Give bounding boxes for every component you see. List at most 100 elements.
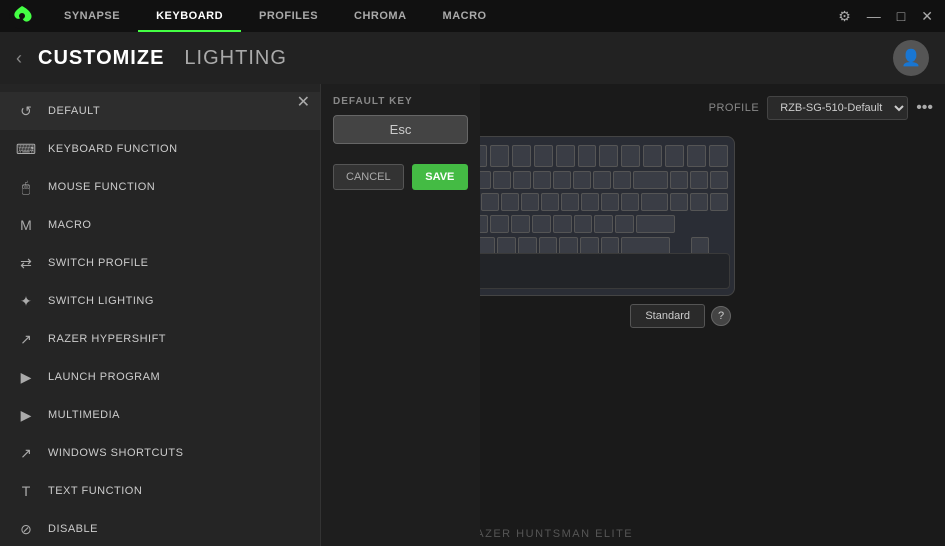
header-bar: ‹ CUSTOMIZE LIGHTING 👤 (0, 32, 945, 84)
main-area: All Buttons MULTIMEDIA Previous Track MU… (0, 84, 945, 546)
disable-icon: ⊘ (16, 519, 36, 539)
close-icon[interactable]: ✕ (917, 8, 937, 25)
menu-item-macro[interactable]: M MACRO (0, 206, 320, 244)
key-8 (533, 171, 551, 189)
default-key-title: DEFAULT KEY (333, 96, 468, 107)
key-backspace (633, 171, 667, 189)
key-f10 (599, 145, 618, 167)
key-end (687, 145, 706, 167)
key-f5 (490, 145, 509, 167)
windows-shortcuts-icon: ↗ (16, 443, 36, 463)
app-logo (8, 2, 36, 30)
menu-item-hypershift[interactable]: ↗ RAZER HYPERSHIFT (0, 320, 320, 358)
nav-synapse[interactable]: SYNAPSE (46, 0, 138, 32)
page-title-customize: CUSTOMIZE (38, 47, 164, 70)
switch-lighting-icon: ✦ (16, 291, 36, 311)
key-semicolon (594, 215, 613, 233)
modal-close-button[interactable]: ✕ (297, 92, 310, 112)
minimize-icon[interactable]: — (863, 8, 885, 24)
back-button[interactable]: ‹ (16, 48, 22, 69)
nav-profiles[interactable]: PROFILES (241, 0, 336, 32)
menu-item-switch-profile[interactable]: ⇄ SWITCH PROFILE (0, 244, 320, 282)
key-f9 (578, 145, 597, 167)
save-button[interactable]: SAVE (412, 164, 468, 190)
nav-macro[interactable]: MACRO (425, 0, 505, 32)
menu-item-multimedia[interactable]: ▶ MULTIMEDIA (0, 396, 320, 434)
key-6 (493, 171, 511, 189)
menu-item-mouse-function[interactable]: 🖱 MOUSE FUNCTION (0, 168, 320, 206)
key-h (511, 215, 530, 233)
key-home (690, 171, 708, 189)
profile-more-button[interactable]: ••• (916, 99, 933, 117)
key-u (521, 193, 539, 211)
key-end2 (690, 193, 708, 211)
default-icon: ↺ (16, 101, 36, 121)
right-panel: DEFAULT KEY Esc CANCEL SAVE (320, 84, 480, 546)
profile-dropdown[interactable]: RZB-SG-510-Default (767, 96, 908, 120)
nav-keyboard[interactable]: KEYBOARD (138, 0, 241, 32)
key-backslash (641, 193, 667, 211)
key-l (574, 215, 593, 233)
key-ins (670, 171, 688, 189)
key-pgdn2 (710, 193, 728, 211)
key-t (481, 193, 499, 211)
key-f7 (534, 145, 553, 167)
launch-program-icon: ▶ (16, 367, 36, 387)
window-controls: ⚙ — □ ✕ (834, 8, 937, 25)
standard-button[interactable]: Standard (630, 304, 705, 328)
multimedia-icon: ▶ (16, 405, 36, 425)
key-f6 (512, 145, 531, 167)
key-quote (615, 215, 634, 233)
nav-chroma[interactable]: CHROMA (336, 0, 425, 32)
key-pgup (710, 171, 728, 189)
key-f8 (556, 145, 575, 167)
key-lbracket (601, 193, 619, 211)
key-i (541, 193, 559, 211)
key-7 (513, 171, 531, 189)
key-del (665, 145, 684, 167)
key-0 (573, 171, 591, 189)
key-9 (553, 171, 571, 189)
cancel-button[interactable]: CANCEL (333, 164, 404, 190)
key-o (561, 193, 579, 211)
key-equals (613, 171, 631, 189)
function-menu: ✕ ↺ DEFAULT ⌨ KEYBOARD FUNCTION 🖱 MOUSE … (0, 84, 320, 546)
key-g (490, 215, 509, 233)
title-bar: SYNAPSE KEYBOARD PROFILES CHROMA MACRO ⚙… (0, 0, 945, 32)
key-j (532, 215, 551, 233)
key-value-display: Esc (333, 115, 468, 144)
macro-icon: M (16, 215, 36, 235)
key-p (581, 193, 599, 211)
info-button[interactable]: ? (711, 306, 731, 326)
key-enter (636, 215, 675, 233)
key-rbracket (621, 193, 639, 211)
keyboard-function-icon: ⌨ (16, 139, 36, 159)
key-del2 (670, 193, 688, 211)
hypershift-icon: ↗ (16, 329, 36, 349)
menu-item-text-function[interactable]: T TEXT FUNCTION (0, 472, 320, 510)
profile-label: PROFILE (709, 102, 760, 114)
key-y (501, 193, 519, 211)
menu-item-keyboard-function[interactable]: ⌨ KEYBOARD FUNCTION (0, 130, 320, 168)
menu-item-switch-lighting[interactable]: ✦ SWITCH LIGHTING (0, 282, 320, 320)
maximize-icon[interactable]: □ (893, 8, 909, 24)
action-buttons: CANCEL SAVE (333, 164, 468, 190)
key-spacer-1 (677, 215, 728, 233)
menu-list: ↺ DEFAULT ⌨ KEYBOARD FUNCTION 🖱 MOUSE FU… (0, 84, 320, 546)
menu-item-disable[interactable]: ⊘ DISABLE (0, 510, 320, 546)
key-f11 (621, 145, 640, 167)
menu-item-windows-shortcuts[interactable]: ↗ WINDOWS SHORTCUTS (0, 434, 320, 472)
menu-item-launch-program[interactable]: ▶ LAUNCH PROGRAM (0, 358, 320, 396)
modal-overlay: ✕ ↺ DEFAULT ⌨ KEYBOARD FUNCTION 🖱 MOUSE … (0, 84, 480, 546)
nav-bar: SYNAPSE KEYBOARD PROFILES CHROMA MACRO (46, 0, 834, 32)
switch-profile-icon: ⇄ (16, 253, 36, 273)
settings-icon[interactable]: ⚙ (834, 8, 855, 25)
mouse-function-icon: 🖱 (16, 177, 36, 197)
menu-item-default[interactable]: ↺ DEFAULT (0, 92, 320, 130)
avatar[interactable]: 👤 (893, 40, 929, 76)
key-k (553, 215, 572, 233)
page-title-lighting: LIGHTING (184, 47, 286, 70)
text-function-icon: T (16, 481, 36, 501)
key-f12 (643, 145, 662, 167)
key-pgdn (709, 145, 728, 167)
